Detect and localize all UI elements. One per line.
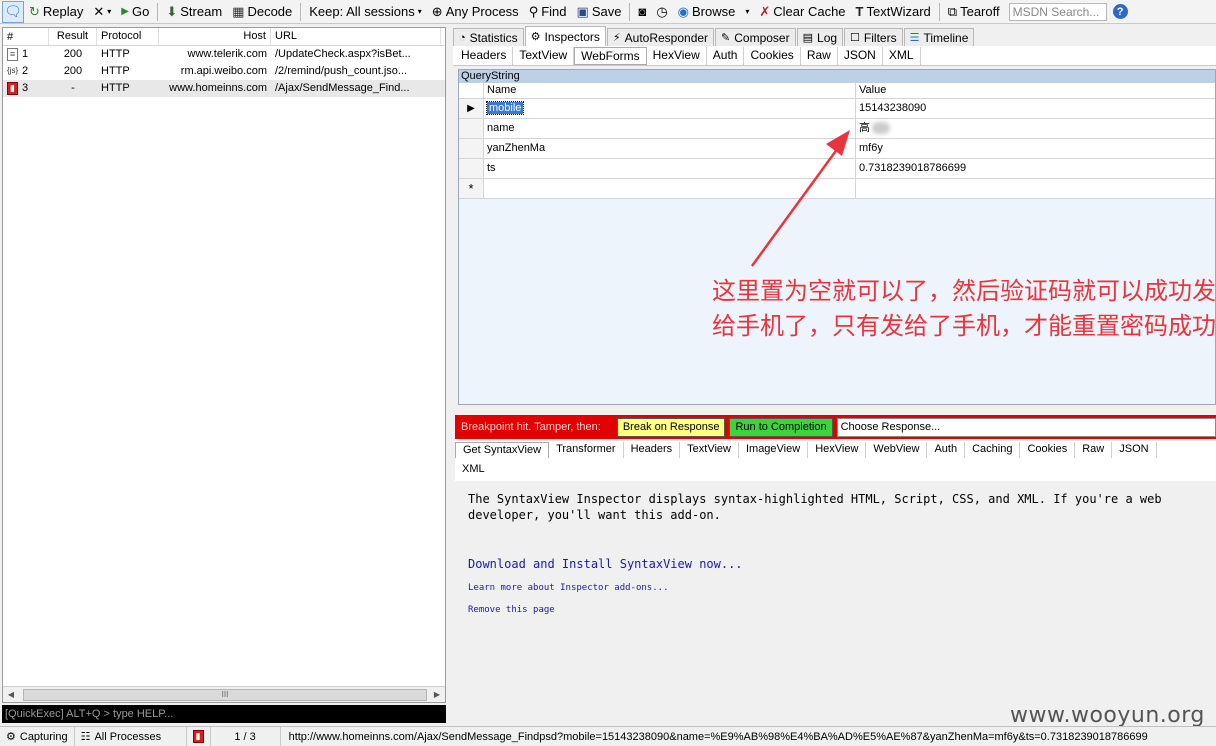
tab-imageview[interactable]: ImageView (739, 442, 809, 458)
tab-caching[interactable]: Caching (965, 442, 1021, 458)
tab-response-hexview[interactable]: HexView (808, 442, 867, 458)
tab-webview[interactable]: WebView (866, 442, 928, 458)
annotation-text: 这里置为空就可以了，然后验证码就可以成功发给手机了，只有发给了手机，才能重置密码… (712, 277, 1216, 340)
remove-page-link[interactable]: Remove this page (468, 605, 1203, 615)
tab-get-syntaxview[interactable]: Get SyntaxView (455, 442, 550, 458)
breakpoint-bar: Breakpoint hit. Tamper, then: Break on R… (455, 415, 1216, 439)
capturing-toggle[interactable]: ⚙ Capturing (0, 727, 75, 746)
breakpoint-icon: ▮ (192, 730, 204, 743)
learn-more-link[interactable]: Learn more about Inspector add-ons... (468, 583, 1203, 593)
tab-response-cookies[interactable]: Cookies (1020, 442, 1076, 458)
tab-response-headers[interactable]: Headers (624, 442, 681, 458)
syntaxview-panel: The SyntaxView Inspector displays syntax… (455, 483, 1216, 719)
choose-response-dropdown[interactable]: Choose Response... (836, 417, 1216, 437)
capture-icon: ⚙ (6, 730, 16, 743)
tab-response-textview[interactable]: TextView (680, 442, 739, 458)
tab-response-auth[interactable]: Auth (927, 442, 966, 458)
download-syntaxview-link[interactable]: Download and Install SyntaxView now... (468, 557, 1203, 571)
run-to-completion-button[interactable]: Run to Completion (729, 417, 833, 437)
watermark: www.wooyun.org (1010, 703, 1205, 728)
process-icon: ☷ (80, 730, 91, 743)
tab-response-xml[interactable]: XML (455, 462, 492, 478)
breakpoint-status: ▮ (187, 727, 211, 746)
break-on-response-button[interactable]: Break on Response (616, 417, 726, 437)
breakpoint-message: Breakpoint hit. Tamper, then: (461, 421, 601, 433)
tab-response-raw[interactable]: Raw (1075, 442, 1113, 458)
status-bar: ⚙ Capturing ☷ All Processes ▮ 1 / 3 http:/… (0, 726, 1216, 746)
response-inspector-tabs: Get SyntaxView Transformer Headers TextV… (455, 441, 1216, 481)
status-url: http://www.homeinns.com/Ajax/SendMessage… (288, 730, 1148, 743)
tab-transformer[interactable]: Transformer (549, 442, 624, 458)
process-filter[interactable]: ☷ All Processes (75, 727, 187, 746)
tab-response-json[interactable]: JSON (1112, 442, 1157, 458)
session-count: 1 / 3 (211, 727, 281, 746)
syntaxview-description: The SyntaxView Inspector displays syntax… (468, 492, 1162, 522)
